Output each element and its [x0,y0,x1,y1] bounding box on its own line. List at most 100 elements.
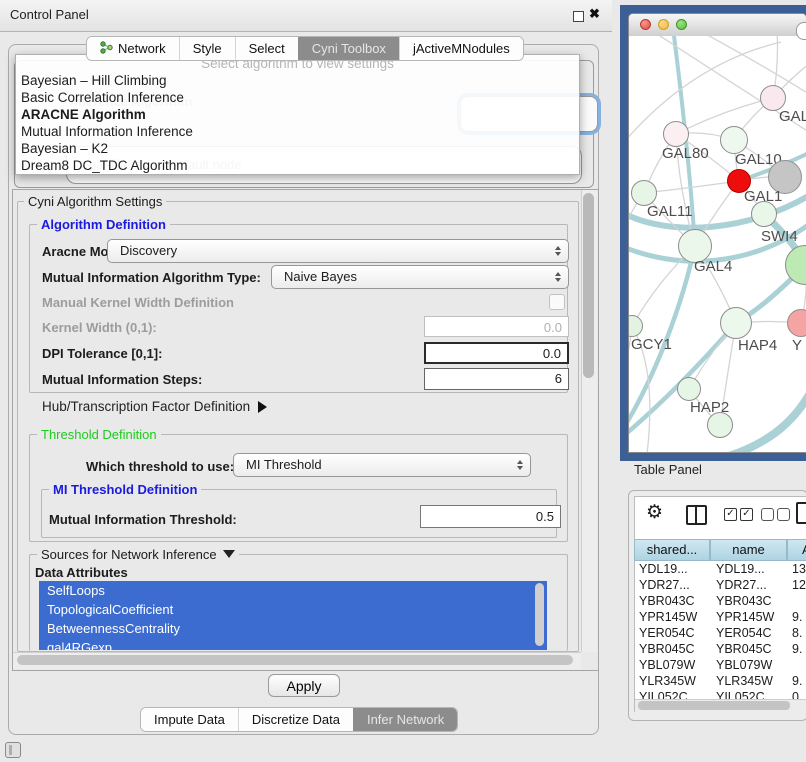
attribute-item[interactable]: SelfLoops [39,581,547,600]
zoom-window-icon[interactable] [676,19,687,30]
mi-type-label: Mutual Information Algorithm Type: [42,270,261,285]
tab-label: Select [249,41,285,56]
dropdown-item-mutual-information[interactable]: Mutual Information Inference [16,123,579,140]
deselect-all-checkbox-icon[interactable] [777,508,790,521]
network-node[interactable] [707,412,733,438]
dropdown-item-bayesian-hill-climbing[interactable]: Bayesian – Hill Climbing [16,72,579,89]
cell-name: YBL079W [711,657,788,673]
cell-value: 13 [788,561,806,577]
cell-shared-name: YER054C [635,625,711,641]
mi-threshold-field[interactable]: 0.5 [420,505,561,528]
tab-style[interactable]: Style [179,37,235,60]
cell-shared-name: YPR145W [635,609,711,625]
tab-jactivemnodules[interactable]: jActiveMNodules [399,37,523,60]
tab-select[interactable]: Select [235,37,298,60]
attribute-item[interactable]: TopologicalCoefficient [39,600,547,619]
cell-shared-name: YBR045C [635,641,711,657]
network-node-label: GAL4 [694,258,732,275]
settings-vertical-scrollbar-thumb[interactable] [583,193,594,378]
network-canvas[interactable]: GALGAL80GAL10GAL1GAL11SWI4GAL4GCY1HAP4YH… [629,36,806,453]
cell-name: YER054C [711,625,788,641]
network-node[interactable] [677,377,701,401]
network-node[interactable] [720,126,748,154]
column-header-shared-name[interactable]: shared... [634,539,710,561]
tab-impute-data[interactable]: Impute Data [141,708,238,731]
column-header-name[interactable]: name [710,539,787,561]
manual-kernel-checkbox[interactable] [549,294,565,310]
mi-threshold-group-title: MI Threshold Definition [49,482,201,497]
table-row[interactable]: YBR045C YBR045C 9. [635,641,806,657]
tab-infer-network[interactable]: Infer Network [353,708,457,731]
network-node[interactable] [663,121,689,147]
select-all-checkbox-icon[interactable] [724,508,737,521]
network-search-box[interactable] [796,22,806,40]
kernel-width-field[interactable]: 0.0 [424,316,569,337]
mi-steps-field[interactable]: 6 [424,368,569,390]
table-row[interactable]: YBL079W YBL079W [635,657,806,673]
select-all-checkbox-icon[interactable] [740,508,753,521]
mi-type-value: Naive Bayes [284,269,357,284]
apply-button[interactable]: Apply [268,674,340,697]
network-icon [100,41,113,57]
close-panel-icon[interactable]: ✖ [589,6,600,22]
dpi-tolerance-label: DPI Tolerance [0,1]: [42,346,162,361]
column-header-partial[interactable]: A [787,539,806,561]
table-row[interactable]: YDL19... YDL19... 13 [635,561,806,577]
mi-threshold-label: Mutual Information Threshold: [49,512,237,527]
network-node-label: GAL [779,108,806,125]
attribute-item[interactable]: BetweennessCentrality [39,619,547,638]
cell-value [788,657,806,673]
gear-icon[interactable]: ⚙ [646,501,663,524]
hub-definition-label: Hub/Transcription Factor Definition [42,399,250,414]
which-threshold-combo[interactable]: MI Threshold [233,453,531,477]
network-node[interactable] [751,201,777,227]
tab-label: jActiveMNodules [413,41,510,56]
network-node-label: GAL11 [647,203,693,220]
table-row[interactable]: YER054C YER054C 8. [635,625,806,641]
spinner-arrows-icon [555,272,561,282]
table-row[interactable]: YPR145W YPR145W 9. [635,609,806,625]
spinner-arrows-icon [517,460,523,470]
dpi-tolerance-field[interactable]: 0.0 [424,342,569,364]
data-attributes-list[interactable]: SelfLoops TopologicalCoefficient Between… [39,581,547,650]
control-panel-titlebar: Control Panel ✖ [0,0,612,32]
dropdown-item-bayesian-k2[interactable]: Bayesian – K2 [16,140,579,157]
aracne-mode-combo[interactable]: Discovery [107,239,569,263]
network-node[interactable] [720,307,752,339]
hub-definition-toggle[interactable]: Hub/Transcription Factor Definition [42,399,267,414]
dock-panel-icon[interactable] [5,742,21,758]
dropdown-item-basic-correlation[interactable]: Basic Correlation Inference [16,89,579,106]
sources-toggle[interactable]: Sources for Network Inference [37,547,239,562]
table-row[interactable]: YDR27... YDR27... 12 [635,577,806,593]
network-node[interactable] [787,309,806,337]
table-horizontal-scrollbar-thumb[interactable] [638,701,790,710]
tab-label: Network [118,41,166,56]
bottom-tabs: Impute Data Discretize Data Infer Networ… [140,707,458,732]
table-panel-title: Table Panel [634,462,702,477]
network-node[interactable] [785,245,806,285]
deselect-all-checkbox-icon[interactable] [761,508,774,521]
table-row[interactable]: YBR043C YBR043C [635,593,806,609]
tab-cyni-toolbox[interactable]: Cyni Toolbox [298,37,399,60]
dropdown-item-aracne[interactable]: ARACNE Algorithm [16,106,579,123]
network-view-window[interactable]: GALGAL80GAL10GAL1GAL11SWI4GAL4GCY1HAP4YH… [628,13,806,453]
float-panel-icon[interactable] [573,11,584,22]
mi-type-combo[interactable]: Naive Bayes [271,265,569,289]
tab-network[interactable]: Network [87,37,179,60]
network-node-label: SWI4 [761,228,798,245]
dropdown-item-dream8[interactable]: Dream8 DC_TDC Algorithm [16,157,579,174]
settings-horizontal-scrollbar-thumb[interactable] [17,655,573,665]
minimize-window-icon[interactable] [658,19,669,30]
columns-icon[interactable] [686,505,707,525]
attribute-item[interactable]: gal4RGexp [39,638,547,650]
control-panel-tabs: Network Style Select Cyni Toolbox jActiv… [86,36,524,61]
attributes-scrollbar-thumb[interactable] [535,583,544,646]
cell-name: YPR145W [711,609,788,625]
threshold-definition-title: Threshold Definition [37,427,161,442]
tab-discretize-data[interactable]: Discretize Data [238,708,353,731]
network-node[interactable] [629,315,643,337]
close-window-icon[interactable] [640,19,651,30]
document-icon[interactable] [796,502,806,524]
table-row[interactable]: YLR345W YLR345W 9. [635,673,806,689]
network-window-titlebar [629,14,806,37]
